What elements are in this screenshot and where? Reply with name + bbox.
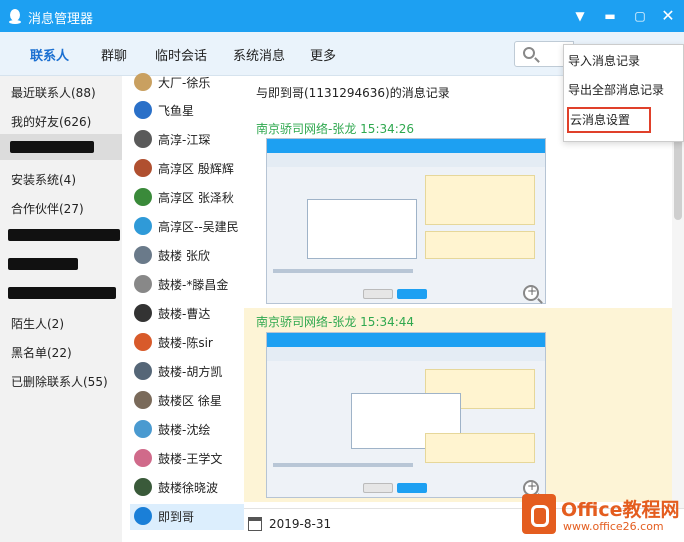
tab-more[interactable]: 更多 xyxy=(310,45,336,64)
contact-name: 高淳区--吴建民 xyxy=(158,220,239,234)
avatar xyxy=(134,333,152,351)
avatar xyxy=(134,159,152,177)
avatar xyxy=(134,217,152,235)
contact-name: 飞鱼星 xyxy=(158,104,195,118)
contact-item[interactable]: 高淳区 殷辉辉 xyxy=(130,156,244,182)
tab-temp-chat[interactable]: 临时会话 xyxy=(155,45,207,64)
contact-item[interactable]: 鼓楼-胡方凯 xyxy=(130,359,244,385)
contact-list: 大厂-徐乐飞鱼星高淳-江琛高淳区 殷辉辉 高淳区 张泽秋 高淳区--吴建民 鼓楼 张欣… xyxy=(122,73,244,542)
group-list: 最近联系人(88) 我的好友(626) 安装系统(4) 合作伙伴(27) 陌生人… xyxy=(0,76,122,542)
contact-item[interactable]: 即到哥 xyxy=(130,504,244,530)
watermark: Office教程网 www.office26.com xyxy=(519,493,684,539)
group-strangers[interactable]: 陌生人(2) xyxy=(11,315,64,332)
contact-item[interactable]: 鼓楼-曹达 xyxy=(130,301,244,327)
contact-item[interactable]: 飞鱼星 xyxy=(130,98,244,124)
maximize-button[interactable]: ▢ xyxy=(630,6,650,26)
group-recent[interactable]: 最近联系人(88) xyxy=(11,84,96,101)
avatar xyxy=(134,246,152,264)
contact-name: 鼓楼 张欣 xyxy=(158,249,210,263)
contact-name: 鼓楼-陈sir xyxy=(158,336,213,350)
contact-name: 鼓楼-王学文 xyxy=(158,452,223,466)
avatar xyxy=(134,130,152,148)
message-record-pane: 与即到哥(1131294636)的消息记录 南京骄司网络-张龙 15:34:26… xyxy=(244,76,684,542)
contact-item[interactable]: 鼓楼-沈绘 xyxy=(130,417,244,443)
message-screenshot-image[interactable] xyxy=(266,138,546,304)
search-icon xyxy=(523,47,535,59)
contact-name: 高淳区 张泽秋 xyxy=(158,191,234,205)
calendar-icon[interactable] xyxy=(248,517,262,531)
avatar xyxy=(134,304,152,322)
avatar xyxy=(134,391,152,409)
menu-item-cloud-settings[interactable]: 云消息设置 xyxy=(567,107,651,133)
avatar xyxy=(134,188,152,206)
contact-item[interactable]: 鼓楼徐晓波 xyxy=(130,475,244,501)
group-friends[interactable]: 我的好友(626) xyxy=(11,113,91,130)
avatar xyxy=(134,275,152,293)
more-dropdown-menu: 导入消息记录 导出全部消息记录 云消息设置 xyxy=(563,44,684,142)
record-date: 2019-8-31 xyxy=(269,517,332,531)
record-heading: 与即到哥(1131294636)的消息记录 xyxy=(256,86,450,100)
group-partners[interactable]: 合作伙伴(27) xyxy=(11,200,84,217)
group-blacklist[interactable]: 黑名单(22) xyxy=(11,344,72,361)
qq-penguin-icon xyxy=(9,9,21,24)
contact-name: 即到哥 xyxy=(158,510,195,524)
contact-item[interactable]: 鼓楼-王学文 xyxy=(130,446,244,472)
redacted-group xyxy=(8,287,116,299)
avatar xyxy=(134,73,152,91)
contact-item[interactable]: 鼓楼-*滕昌金 xyxy=(130,272,244,298)
contact-name: 高淳区 殷辉辉 xyxy=(158,162,234,176)
contact-item[interactable]: 鼓楼 张欣 xyxy=(130,243,244,269)
title-bar: 消息管理器 ▼ ▬ ▢ ✕ xyxy=(0,0,684,32)
tab-groups[interactable]: 群聊 xyxy=(101,45,127,64)
contact-name: 大厂-徐乐 xyxy=(158,76,211,90)
window-title: 消息管理器 xyxy=(28,12,94,27)
contact-name: 高淳-江琛 xyxy=(158,133,211,147)
message-sender: 南京骄司网络-张龙 15:34:44 xyxy=(256,315,415,329)
close-button[interactable]: ✕ xyxy=(658,6,678,26)
contact-item[interactable]: 高淳-江琛 xyxy=(130,127,244,153)
watermark-brand: Office教程网 xyxy=(561,499,680,521)
contact-name: 鼓楼-*滕昌金 xyxy=(158,278,229,292)
menu-item-import[interactable]: 导入消息记录 xyxy=(568,48,678,74)
contact-name: 鼓楼徐晓波 xyxy=(158,481,219,495)
menu-item-export-all[interactable]: 导出全部消息记录 xyxy=(568,77,678,103)
contact-name: 鼓楼-沈绘 xyxy=(158,423,211,437)
redacted-label xyxy=(10,141,94,153)
group-install[interactable]: 安装系统(4) xyxy=(11,171,76,188)
message-screenshot-image[interactable] xyxy=(266,332,546,498)
minimize-button[interactable]: ▬ xyxy=(600,6,620,26)
message-sender: 南京骄司网络-张龙 15:34:26 xyxy=(256,122,415,136)
watermark-url: www.office26.com xyxy=(563,520,664,533)
avatar xyxy=(134,478,152,496)
avatar xyxy=(134,101,152,119)
contact-item[interactable]: 高淳区 张泽秋 xyxy=(130,185,244,211)
redacted-group xyxy=(8,229,120,241)
contact-name: 鼓楼-曹达 xyxy=(158,307,211,321)
avatar xyxy=(134,362,152,380)
contact-name: 鼓楼-胡方凯 xyxy=(158,365,223,379)
contact-item[interactable]: 鼓楼-陈sir xyxy=(130,330,244,356)
redacted-group xyxy=(8,258,78,270)
contact-item[interactable]: 大厂-徐乐 xyxy=(130,70,244,96)
group-deleted[interactable]: 已删除联系人(55) xyxy=(11,373,108,390)
office-logo-icon xyxy=(522,494,556,534)
contact-name: 鼓楼区 徐星 xyxy=(158,394,222,408)
tab-contacts[interactable]: 联系人 xyxy=(30,45,69,64)
group-selected-row[interactable] xyxy=(0,134,122,160)
zoom-in-icon[interactable] xyxy=(523,284,539,301)
avatar xyxy=(134,420,152,438)
avatar xyxy=(134,449,152,467)
contact-item[interactable]: 鼓楼区 徐星 xyxy=(130,388,244,414)
dropdown-arrow-icon[interactable]: ▼ xyxy=(570,6,590,26)
tab-system-messages[interactable]: 系统消息 xyxy=(233,45,285,64)
avatar xyxy=(134,507,152,525)
contact-item[interactable]: 高淳区--吴建民 xyxy=(130,214,244,240)
